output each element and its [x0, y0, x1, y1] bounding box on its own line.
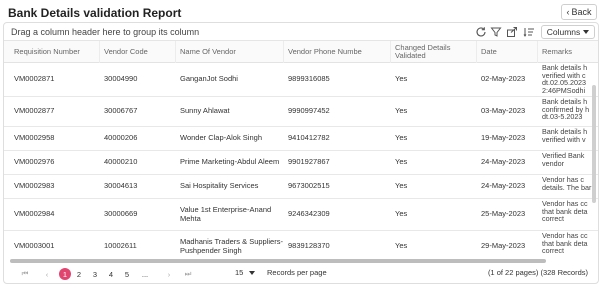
table-row[interactable]: VM0002877 30006767 Sunny Ahlawat 9990997…: [4, 97, 598, 127]
back-button[interactable]: ‹ Back: [561, 4, 597, 20]
cell-vendor-code: 40000206: [104, 133, 138, 143]
cell-vendor-code: 30004990: [104, 74, 138, 84]
page-button-more[interactable]: ...: [138, 268, 152, 280]
cell-remarks: Verified Bank vendor: [542, 151, 585, 168]
page-button-2[interactable]: 2: [74, 268, 84, 280]
cell-remarks: Bank details h confirmed by h dt.03-5.20…: [542, 97, 590, 122]
column-header-vendor-name[interactable]: Name Of Vendor: [176, 41, 284, 63]
chevron-left-icon: ‹: [566, 7, 570, 17]
cell-validated: Yes: [395, 181, 408, 191]
cell-requisition: VM0002871: [14, 74, 55, 84]
cell-requisition: VM0002877: [14, 106, 55, 116]
cell-requisition: VM0002976: [14, 157, 55, 167]
cell-vendor-name: Wonder Clap-Alok Singh: [180, 133, 262, 143]
cell-date: 24-May-2023: [481, 181, 526, 191]
records-per-page-label: Records per page: [267, 268, 327, 277]
table-row[interactable]: VM0002983 30004613 Sai Hospitality Servi…: [4, 175, 598, 199]
cell-remarks: Vendor has c details. The bar: [542, 175, 592, 192]
page-button-3[interactable]: 3: [90, 268, 100, 280]
cell-date: 02-May-2023: [481, 74, 526, 84]
table-row[interactable]: VM0002871 30004990 GanganJot Sodhi 98993…: [4, 63, 598, 97]
cell-vendor-name: Sunny Ahlawat: [180, 106, 230, 116]
table-row[interactable]: VM0002958 40000206 Wonder Clap-Alok Sing…: [4, 127, 598, 151]
column-header-validated[interactable]: Changed Details Validated: [391, 41, 477, 63]
cell-remarks: Vendor has cc that bank deta correct: [542, 199, 588, 224]
cell-phone: 9839128370: [288, 241, 330, 251]
refresh-icon[interactable]: [475, 26, 487, 38]
cell-validated: Yes: [395, 209, 408, 219]
caret-down-icon: [249, 270, 256, 275]
cell-phone: 9410412782: [288, 133, 330, 143]
cell-date: 19-May-2023: [481, 133, 526, 143]
records-per-page-value: 15: [235, 268, 244, 277]
vertical-scrollbar[interactable]: [592, 85, 596, 203]
table-row[interactable]: VM0002984 30000669 Value 1st Enterprise-…: [4, 199, 598, 231]
cell-phone: 9901927867: [288, 157, 330, 167]
cell-vendor-code: 40000210: [104, 157, 138, 167]
cell-date: 24-May-2023: [481, 157, 526, 167]
cell-remarks: Vendor has cc that bank deta correct: [542, 231, 588, 256]
back-label: Back: [571, 7, 592, 17]
cell-date: 25-May-2023: [481, 209, 526, 219]
cell-validated: Yes: [395, 106, 408, 116]
group-panel[interactable]: Drag a column header here to group its c…: [4, 23, 598, 41]
cell-remarks: Bank details h verified with v: [542, 127, 588, 144]
cell-validated: Yes: [395, 241, 408, 251]
columns-dropdown[interactable]: Columns: [541, 25, 595, 39]
cell-vendor-name: Madhanis Traders & Suppliers-Pushpender …: [180, 237, 283, 255]
page-button-5[interactable]: 5: [122, 268, 132, 280]
filter-icon[interactable]: [490, 26, 502, 38]
cell-requisition: VM0002983: [14, 181, 55, 191]
records-per-page-select[interactable]: 15: [235, 268, 256, 277]
table-row[interactable]: VM0003001 10002611 Madhanis Traders & Su…: [4, 231, 598, 259]
column-header-vendor-code[interactable]: Vendor Code: [100, 41, 176, 63]
pagination-summary: (1 of 22 pages) (328 Records): [487, 268, 588, 277]
table-row[interactable]: VM0002976 40000210 Prime Marketing-Abdul…: [4, 151, 598, 175]
cell-vendor-name: GanganJot Sodhi: [180, 74, 238, 84]
export-icon[interactable]: [506, 26, 518, 38]
cell-validated: Yes: [395, 157, 408, 167]
cell-vendor-code: 30004613: [104, 181, 138, 191]
cell-vendor-code: 30000669: [104, 209, 138, 219]
cell-phone: 9899316085: [288, 74, 330, 84]
cell-date: 03-May-2023: [481, 106, 526, 116]
cell-requisition: VM0002958: [14, 133, 55, 143]
cell-phone: 9673002515: [288, 181, 330, 191]
page-button-1[interactable]: 1: [59, 268, 71, 280]
column-header-vendor-phone[interactable]: Vendor Phone Numbe: [284, 41, 391, 63]
columns-label: Columns: [546, 27, 581, 37]
next-page-button[interactable]: ›: [164, 268, 174, 280]
column-header-requisition[interactable]: Requisition Number: [10, 41, 100, 63]
cell-remarks: Bank details h verified with c dt.02.05.…: [542, 63, 588, 95]
page-button-4[interactable]: 4: [106, 268, 116, 280]
cell-validated: Yes: [395, 74, 408, 84]
first-page-button[interactable]: ⏮: [20, 268, 30, 280]
cell-requisition: VM0002984: [14, 209, 55, 219]
cell-phone: 9246342309: [288, 209, 330, 219]
cell-phone: 9990997452: [288, 106, 330, 116]
column-header-date[interactable]: Date: [477, 41, 538, 63]
cell-vendor-code: 30006767: [104, 106, 138, 116]
cell-vendor-name: Value 1st Enterprise-Anand Mehta: [180, 205, 272, 223]
grid-body: VM0002871 30004990 GanganJot Sodhi 98993…: [4, 63, 598, 259]
cell-date: 29-May-2023: [481, 241, 526, 251]
last-page-button[interactable]: ⏭: [182, 268, 194, 280]
page-title: Bank Details validation Report: [8, 6, 182, 20]
caret-down-icon: [583, 30, 590, 34]
cell-validated: Yes: [395, 133, 408, 143]
cell-vendor-code: 10002611: [104, 241, 137, 251]
cell-vendor-name: Prime Marketing-Abdul Aleem: [180, 157, 280, 167]
cell-requisition: VM0003001: [14, 241, 55, 251]
column-header-remarks[interactable]: Remarks: [538, 41, 592, 63]
report-grid-panel: Drag a column header here to group its c…: [3, 22, 599, 284]
grid-header: Requisition Number Vendor Code Name Of V…: [4, 41, 598, 63]
pagination-bar: ⏮ ‹ 1 2 3 4 5 ... › ⏭ 15 Records per pag…: [4, 263, 598, 283]
sort-list-icon[interactable]: [523, 26, 535, 38]
prev-page-button[interactable]: ‹: [42, 268, 52, 280]
cell-vendor-name: Sai Hospitality Services: [180, 181, 259, 191]
group-hint: Drag a column header here to group its c…: [11, 27, 200, 37]
